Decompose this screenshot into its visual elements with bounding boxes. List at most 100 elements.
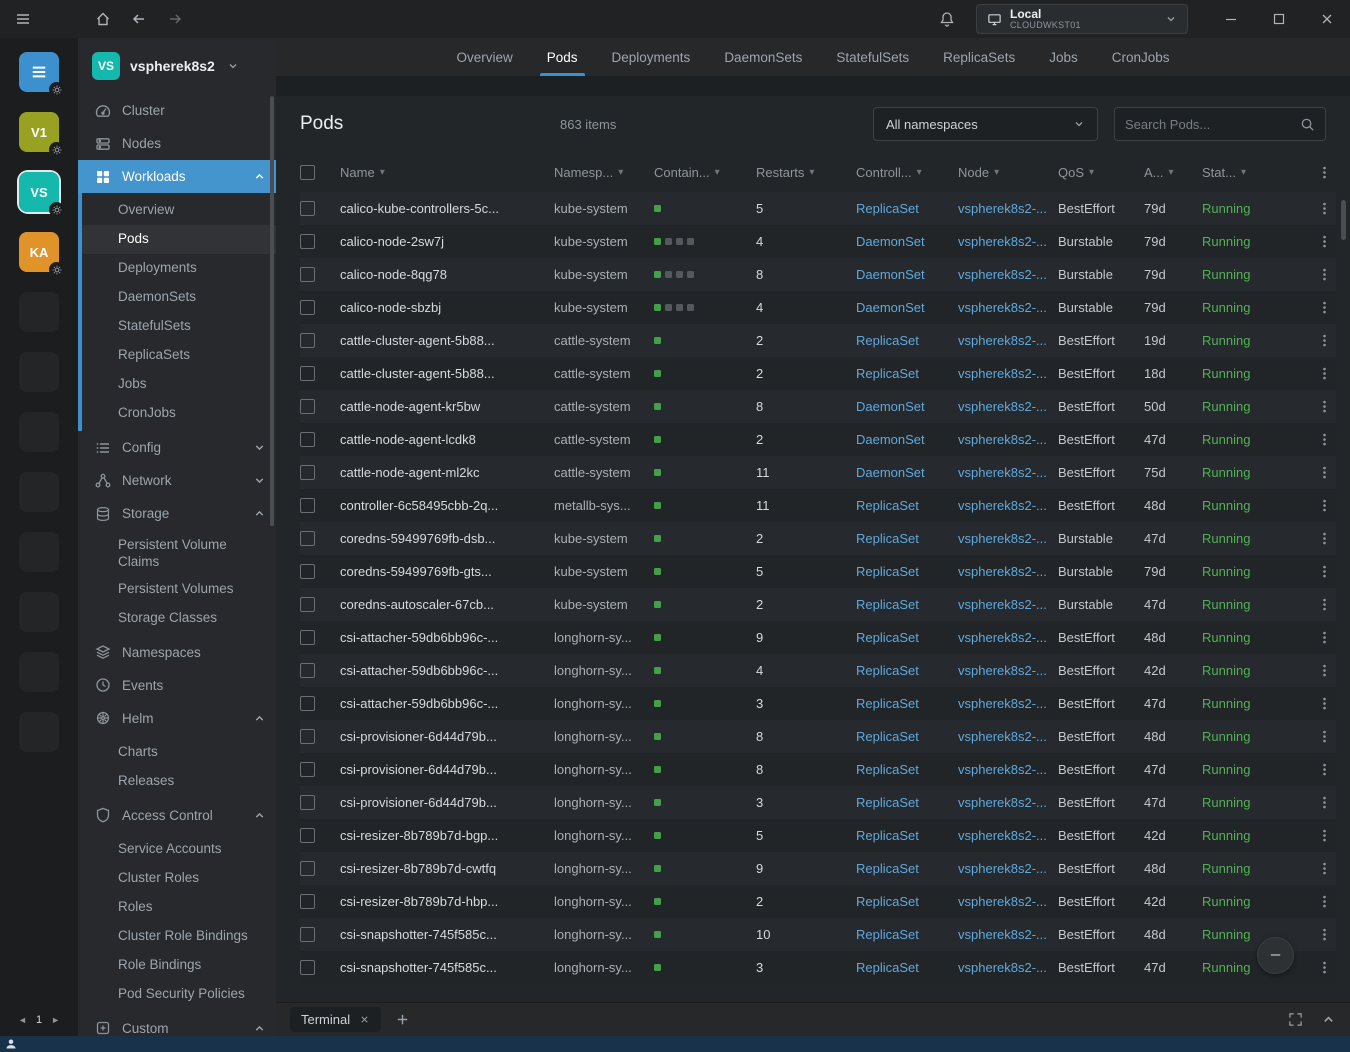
row-menu-kebab-icon[interactable] bbox=[1317, 927, 1332, 942]
row-menu-kebab-icon[interactable] bbox=[1317, 498, 1332, 513]
sidebar-item-access-control[interactable]: Access Control bbox=[78, 799, 276, 832]
row-checkbox[interactable] bbox=[300, 564, 315, 579]
pod-row[interactable]: csi-provisioner-6d44d79b...longhorn-sy..… bbox=[300, 720, 1336, 753]
pod-row[interactable]: calico-node-8qg78kube-system8DaemonSetvs… bbox=[300, 258, 1336, 291]
row-menu-kebab-icon[interactable] bbox=[1317, 300, 1332, 315]
sidebar-subitem-storage-classes[interactable]: Storage Classes bbox=[78, 604, 276, 633]
pod-row[interactable]: cattle-node-agent-ml2kccattle-system11Da… bbox=[300, 456, 1336, 489]
row-menu-kebab-icon[interactable] bbox=[1317, 399, 1332, 414]
table-scrollbar[interactable] bbox=[1341, 200, 1346, 240]
row-menu-kebab-icon[interactable] bbox=[1317, 828, 1332, 843]
row-menu-kebab-icon[interactable] bbox=[1317, 465, 1332, 480]
pod-row[interactable]: calico-node-sbzbjkube-system4DaemonSetvs… bbox=[300, 291, 1336, 324]
cluster-settings-gear-icon[interactable] bbox=[49, 82, 64, 97]
column-header-restarts[interactable]: Restarts▾ bbox=[756, 165, 856, 180]
table-menu-kebab-icon[interactable] bbox=[1317, 165, 1332, 180]
namespace-filter-select[interactable]: All namespaces bbox=[873, 107, 1098, 141]
rail-cluster-ka[interactable]: KA bbox=[19, 232, 59, 272]
pod-row[interactable]: calico-node-2sw7jkube-system4DaemonSetvs… bbox=[300, 225, 1336, 258]
row-menu-kebab-icon[interactable] bbox=[1317, 267, 1332, 282]
tab-statefulsets[interactable]: StatefulSets bbox=[819, 38, 926, 76]
user-icon[interactable] bbox=[5, 1038, 17, 1050]
row-checkbox[interactable] bbox=[300, 861, 315, 876]
row-menu-kebab-icon[interactable] bbox=[1317, 729, 1332, 744]
rail-cluster-vs[interactable]: VS bbox=[19, 172, 59, 212]
sidebar-item-helm[interactable]: Helm bbox=[78, 702, 276, 735]
search-input[interactable] bbox=[1125, 117, 1300, 132]
pod-row[interactable]: coredns-59499769fb-dsb...kube-system2Rep… bbox=[300, 522, 1336, 555]
row-menu-kebab-icon[interactable] bbox=[1317, 201, 1332, 216]
row-menu-kebab-icon[interactable] bbox=[1317, 564, 1332, 579]
sidebar-subitem-service-accounts[interactable]: Service Accounts bbox=[78, 835, 276, 864]
column-header-age[interactable]: A...▾ bbox=[1144, 165, 1202, 180]
close-terminal-icon[interactable] bbox=[359, 1014, 370, 1025]
sidebar-item-custom[interactable]: Custom bbox=[78, 1012, 276, 1036]
row-menu-kebab-icon[interactable] bbox=[1317, 795, 1332, 810]
row-checkbox[interactable] bbox=[300, 696, 315, 711]
pod-row[interactable]: cattle-node-agent-kr5bwcattle-system8Dae… bbox=[300, 390, 1336, 423]
row-menu-kebab-icon[interactable] bbox=[1317, 960, 1332, 975]
sidebar-subitem-deployments[interactable]: Deployments bbox=[82, 254, 276, 283]
row-menu-kebab-icon[interactable] bbox=[1317, 762, 1332, 777]
sidebar-item-namespaces[interactable]: Namespaces bbox=[78, 636, 276, 669]
row-menu-kebab-icon[interactable] bbox=[1317, 630, 1332, 645]
column-header-name[interactable]: Name▾ bbox=[340, 165, 554, 180]
pod-row[interactable]: csi-resizer-8b789b7d-hbp...longhorn-sy..… bbox=[300, 885, 1336, 918]
row-checkbox[interactable] bbox=[300, 333, 315, 348]
row-menu-kebab-icon[interactable] bbox=[1317, 333, 1332, 348]
row-menu-kebab-icon[interactable] bbox=[1317, 597, 1332, 612]
row-checkbox[interactable] bbox=[300, 630, 315, 645]
sidebar-item-config[interactable]: Config bbox=[78, 431, 276, 464]
pod-row[interactable]: cattle-node-agent-lcdk8cattle-system2Dae… bbox=[300, 423, 1336, 456]
sidebar-item-storage[interactable]: Storage bbox=[78, 497, 276, 530]
pod-row[interactable]: csi-provisioner-6d44d79b...longhorn-sy..… bbox=[300, 786, 1336, 819]
row-menu-kebab-icon[interactable] bbox=[1317, 432, 1332, 447]
row-checkbox[interactable] bbox=[300, 927, 315, 942]
row-menu-kebab-icon[interactable] bbox=[1317, 894, 1332, 909]
sidebar-subitem-statefulsets[interactable]: StatefulSets bbox=[82, 312, 276, 341]
fullscreen-dock-icon[interactable] bbox=[1288, 1012, 1303, 1027]
sidebar-item-nodes[interactable]: Nodes bbox=[78, 127, 276, 160]
row-menu-kebab-icon[interactable] bbox=[1317, 696, 1332, 711]
rail-cluster-v1[interactable]: V1 bbox=[19, 112, 59, 152]
sidebar-item-cluster[interactable]: Cluster bbox=[78, 94, 276, 127]
row-checkbox[interactable] bbox=[300, 960, 315, 975]
row-checkbox[interactable] bbox=[300, 366, 315, 381]
hotbar-prev-icon[interactable]: ◄ bbox=[18, 1015, 27, 1025]
sidebar-subitem-charts[interactable]: Charts bbox=[78, 738, 276, 767]
row-checkbox[interactable] bbox=[300, 465, 315, 480]
new-terminal-icon[interactable] bbox=[395, 1012, 410, 1027]
sidebar-subitem-releases[interactable]: Releases bbox=[78, 767, 276, 796]
sidebar-item-events[interactable]: Events bbox=[78, 669, 276, 702]
sidebar-subitem-replicasets[interactable]: ReplicaSets bbox=[82, 341, 276, 370]
sidebar-subitem-overview[interactable]: Overview bbox=[82, 196, 276, 225]
maximize-button[interactable] bbox=[1268, 8, 1290, 30]
column-header-status[interactable]: Stat...▾ bbox=[1202, 165, 1276, 180]
column-header-node[interactable]: Node▾ bbox=[958, 165, 1058, 180]
hotbar-next-icon[interactable]: ► bbox=[51, 1015, 60, 1025]
pod-row[interactable]: csi-resizer-8b789b7d-cwtfqlonghorn-sy...… bbox=[300, 852, 1336, 885]
row-checkbox[interactable] bbox=[300, 729, 315, 744]
tab-deployments[interactable]: Deployments bbox=[595, 38, 708, 76]
row-checkbox[interactable] bbox=[300, 663, 315, 678]
tab-jobs[interactable]: Jobs bbox=[1032, 38, 1095, 76]
column-header-namespace[interactable]: Namesp...▾ bbox=[554, 165, 654, 180]
tab-overview[interactable]: Overview bbox=[439, 38, 529, 76]
sidebar-cluster-header[interactable]: VS vspherek8s2 bbox=[78, 38, 276, 94]
tab-replicasets[interactable]: ReplicaSets bbox=[926, 38, 1032, 76]
pod-row[interactable]: csi-provisioner-6d44d79b...longhorn-sy..… bbox=[300, 753, 1336, 786]
scroll-top-fab[interactable] bbox=[1257, 937, 1294, 974]
pod-row[interactable]: csi-attacher-59db6bb96c-...longhorn-sy..… bbox=[300, 621, 1336, 654]
sidebar-subitem-pod-security-policies[interactable]: Pod Security Policies bbox=[78, 980, 276, 1009]
pod-row[interactable]: calico-kube-controllers-5c...kube-system… bbox=[300, 192, 1336, 225]
sidebar-subitem-cluster-role-bindings[interactable]: Cluster Role Bindings bbox=[78, 922, 276, 951]
pod-row[interactable]: coredns-59499769fb-gts...kube-system5Rep… bbox=[300, 555, 1336, 588]
pod-row[interactable]: csi-attacher-59db6bb96c-...longhorn-sy..… bbox=[300, 687, 1336, 720]
row-menu-kebab-icon[interactable] bbox=[1317, 663, 1332, 678]
sidebar-subitem-jobs[interactable]: Jobs bbox=[82, 370, 276, 399]
row-checkbox[interactable] bbox=[300, 498, 315, 513]
pod-row[interactable]: csi-attacher-59db6bb96c-...longhorn-sy..… bbox=[300, 654, 1336, 687]
pod-row[interactable]: csi-snapshotter-745f585c...longhorn-sy..… bbox=[300, 918, 1336, 951]
tab-cronjobs[interactable]: CronJobs bbox=[1095, 38, 1187, 76]
chevron-up-icon[interactable] bbox=[1321, 1012, 1336, 1027]
